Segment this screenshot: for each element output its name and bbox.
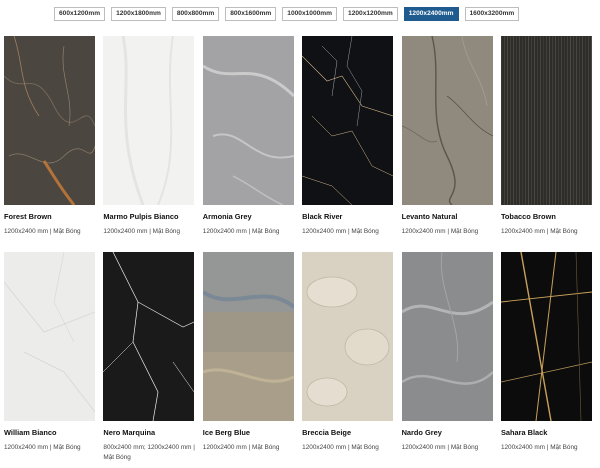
- product-card-sahara-black[interactable]: Sahara Black 1200x2400 mm | Mặt Bóng: [500, 252, 592, 468]
- product-card-william-bianco[interactable]: William Bianco 1200x2400 mm | Mặt Bóng: [4, 252, 95, 468]
- product-image[interactable]: [4, 252, 95, 421]
- product-name[interactable]: Breccia Beige: [302, 428, 351, 437]
- product-card-armonia-grey[interactable]: Armonia Grey 1200x2400 mm | Mặt Bóng: [202, 36, 294, 252]
- size-tab-1200x1200mm[interactable]: 1200x1200mm: [343, 7, 398, 21]
- product-card-levanto-natural[interactable]: Levanto Natural 1200x2400 mm | Mặt Bóng: [401, 36, 493, 252]
- product-spec: 1200x2400 mm | Mặt Bóng: [202, 228, 280, 235]
- product-image[interactable]: [202, 252, 294, 421]
- product-name[interactable]: Nardo Grey: [402, 428, 442, 437]
- product-image[interactable]: [500, 36, 592, 205]
- product-name[interactable]: Marmo Pulpis Bianco: [103, 212, 178, 221]
- product-image[interactable]: [302, 36, 394, 205]
- product-card-ice-berg-blue[interactable]: Ice Berg Blue 1200x2400 mm | Mặt Bóng: [202, 252, 294, 468]
- product-image[interactable]: [302, 252, 394, 421]
- product-card-nardo-grey[interactable]: Nardo Grey 1200x2400 mm | Mặt Bóng: [401, 252, 493, 468]
- product-name[interactable]: Armonia Grey: [203, 212, 252, 221]
- product-name[interactable]: Nero Marquina: [103, 428, 155, 437]
- size-tab-1200x2400mm[interactable]: 1200x2400mm: [403, 7, 459, 21]
- product-spec: 1200x2400 mm | Mặt Bóng: [401, 444, 479, 451]
- size-tab-600x1200mm[interactable]: 600x1200mm: [54, 7, 106, 21]
- product-name[interactable]: Forest Brown: [4, 212, 52, 221]
- product-card-tobacco-brown[interactable]: Tobacco Brown 1200x2400 mm | Mặt Bóng: [500, 36, 592, 252]
- product-name[interactable]: Tobacco Brown: [501, 212, 556, 221]
- size-tab-bar: 600x1200mm 1200x1800mm 800x800mm 800x1600mm…: [54, 7, 520, 21]
- product-spec: 1200x2400 mm | Mặt Bóng: [500, 228, 578, 235]
- product-name[interactable]: William Bianco: [4, 428, 57, 437]
- product-image[interactable]: [500, 252, 592, 421]
- product-spec: 1200x2400 mm | Mặt Bóng: [302, 444, 379, 451]
- product-spec: 1200x2400 mm | Mặt Bóng: [401, 228, 479, 235]
- product-spec: 1200x2400 mm | Mặt Bóng: [4, 444, 81, 451]
- product-image[interactable]: [401, 252, 493, 421]
- product-card-marmo-pulpis-bianco[interactable]: Marmo Pulpis Bianco 1200x2400 mm | Mặt Bó…: [103, 36, 195, 252]
- product-spec: 1200x2400 mm | Mặt Bóng: [103, 228, 181, 235]
- product-card-breccia-beige[interactable]: Breccia Beige 1200x2400 mm | Mặt Bóng: [302, 252, 394, 468]
- product-spec: 1200x2400 mm | Mặt Bóng: [302, 228, 379, 235]
- size-tab-1000x1000mm[interactable]: 1000x1000mm: [282, 7, 338, 21]
- product-card-black-river[interactable]: Black River 1200x2400 mm | Mặt Bóng: [302, 36, 394, 252]
- product-card-forest-brown[interactable]: Forest Brown 1200x2400 mm | Mặt Bóng: [4, 36, 95, 252]
- product-image[interactable]: [4, 36, 95, 205]
- product-name[interactable]: Levanto Natural: [402, 212, 458, 221]
- product-spec: 1200x2400 mm | Mặt Bóng: [202, 444, 280, 451]
- product-name[interactable]: Sahara Black: [501, 428, 547, 437]
- product-image[interactable]: [202, 36, 294, 205]
- product-image[interactable]: [103, 36, 195, 205]
- size-tab-1200x1800mm[interactable]: 1200x1800mm: [111, 7, 166, 21]
- product-image[interactable]: [401, 36, 493, 205]
- size-tab-800x1600mm[interactable]: 800x1600mm: [225, 7, 277, 21]
- size-tab-800x800mm[interactable]: 800x800mm: [171, 7, 220, 21]
- product-image[interactable]: [103, 252, 195, 421]
- product-card-nero-marquina[interactable]: Nero Marquina 800x2400 mm; 1200x2400 mm |…: [103, 252, 195, 468]
- product-name[interactable]: Black River: [302, 212, 342, 221]
- size-tab-1600x3200mm[interactable]: 1600x3200mm: [464, 7, 520, 21]
- product-name[interactable]: Ice Berg Blue: [203, 428, 250, 437]
- product-grid: Forest Brown 1200x2400 mm | Mặt Bóng Marmo…: [4, 36, 597, 468]
- product-spec: 1200x2400 mm | Mặt Bóng: [500, 444, 578, 451]
- product-spec: 800x2400 mm; 1200x2400 mm | Mặt Bóng: [103, 444, 195, 461]
- product-spec: 1200x2400 mm | Mặt Bóng: [4, 228, 81, 235]
